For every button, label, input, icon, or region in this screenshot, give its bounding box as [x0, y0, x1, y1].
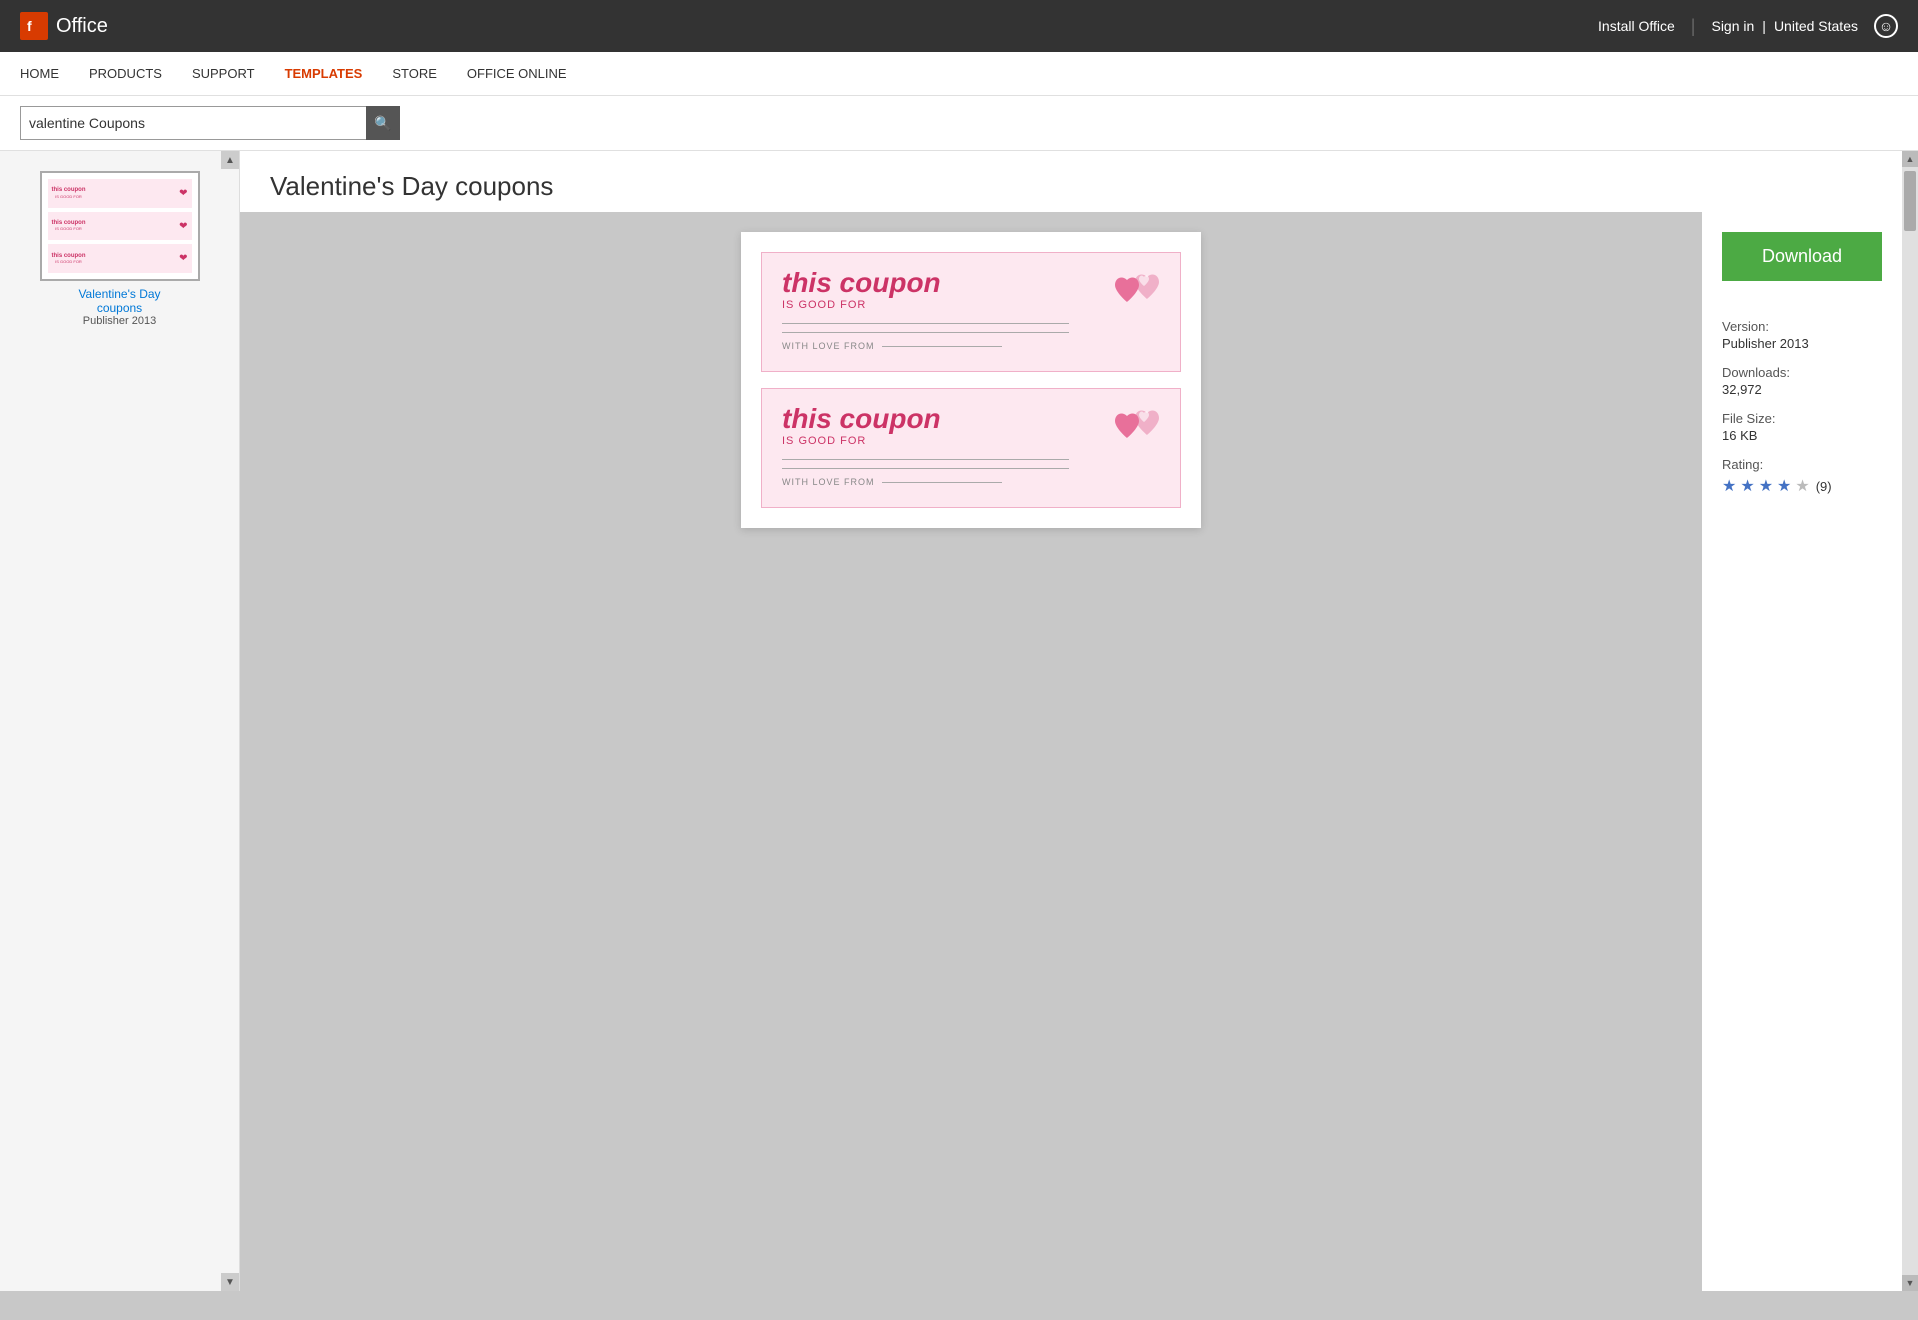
detail-title: Valentine's Day coupons: [240, 151, 1902, 212]
search-button[interactable]: 🔍: [366, 106, 400, 140]
thumb-coupon-row-3: this coupon IS GOOD FOR ❤: [48, 244, 192, 273]
thumb-title-line2: coupons: [97, 301, 142, 315]
thumb-coupon-row-1: this coupon IS GOOD FOR ❤: [48, 179, 192, 208]
nav-bar: HOME PRODUCTS SUPPORT TEMPLATES STORE OF…: [0, 52, 1918, 96]
coupon-from-label-1: WITH LOVE FROM: [782, 341, 875, 351]
download-button[interactable]: Download: [1722, 232, 1882, 281]
top-bar: f Office Install Office | Sign in | Unit…: [0, 0, 1918, 52]
region-label[interactable]: United States: [1774, 18, 1858, 34]
sign-in-label[interactable]: Sign in: [1711, 18, 1754, 34]
thumb-coupon-text-3: this coupon IS GOOD FOR: [52, 253, 86, 265]
nav-store[interactable]: STORE: [392, 62, 437, 85]
coupon-title-2: this coupon: [782, 405, 1069, 433]
sign-in-area[interactable]: Sign in | United States: [1711, 18, 1858, 34]
preview-document: this coupon IS GOOD FOR WITH LOVE FROM: [741, 232, 1201, 528]
thumb-coupon-row-2: this coupon IS GOOD FOR ❤: [48, 212, 192, 241]
thumb-label-title[interactable]: Valentine's Day coupons: [15, 287, 224, 315]
coupon-hearts-1: [1085, 265, 1160, 335]
rating-count: (9): [1816, 479, 1832, 494]
smiley-icon[interactable]: ☺: [1874, 14, 1898, 38]
coupon-title-1: this coupon: [782, 269, 1069, 297]
coupon-from-line-1: [882, 346, 1002, 347]
search-icon: 🔍: [374, 115, 391, 132]
filesize-label: File Size:: [1722, 411, 1882, 426]
info-panel: Download Version: Publisher 2013 Downloa…: [1702, 212, 1902, 1291]
thumb-coupon-text-2: this coupon IS GOOD FOR: [52, 220, 86, 232]
hearts-svg-2: [1085, 401, 1160, 471]
preview-area: this coupon IS GOOD FOR WITH LOVE FROM: [240, 212, 1702, 1291]
thumb-title-line1: Valentine's Day: [78, 287, 160, 301]
downloads-value: 32,972: [1722, 382, 1882, 397]
star-5: ★: [1795, 476, 1809, 496]
nav-products[interactable]: PRODUCTS: [89, 62, 162, 85]
coupon-line-2b: [782, 468, 1069, 469]
office-logo-icon: f: [20, 12, 48, 40]
star-1: ★: [1722, 476, 1736, 496]
thumb-image: this coupon IS GOOD FOR ❤ this coupon IS…: [40, 171, 200, 281]
thumb-coupon-heart-2: ❤: [179, 221, 187, 232]
top-bar-divider: |: [1691, 16, 1696, 37]
scrollbar-thumb[interactable]: [1904, 171, 1916, 231]
page-scrollbar: ▲ ▼: [1902, 151, 1918, 1291]
search-bar: 🔍: [0, 96, 1918, 151]
star-3: ★: [1759, 476, 1773, 496]
thumb-coupon-heart-3: ❤: [179, 253, 187, 264]
coupon-line-1b: [782, 332, 1069, 333]
top-bar-right: Install Office | Sign in | United States…: [1598, 14, 1898, 38]
nav-office-online[interactable]: OFFICE ONLINE: [467, 62, 567, 85]
sidebar: ▲ this coupon IS GOOD FOR ❤ this coupon …: [0, 151, 240, 1291]
downloads-label: Downloads:: [1722, 365, 1882, 380]
detail-body: this coupon IS GOOD FOR WITH LOVE FROM: [240, 212, 1902, 1291]
coupon-hearts-2: [1085, 401, 1160, 471]
coupon-left-1: this coupon IS GOOD FOR WITH LOVE FROM: [782, 269, 1069, 351]
coupon-from-label-2: WITH LOVE FROM: [782, 477, 875, 487]
svg-text:f: f: [27, 18, 32, 34]
nav-templates[interactable]: TEMPLATES: [285, 62, 363, 85]
version-value: Publisher 2013: [1722, 336, 1882, 351]
office-label: Office: [56, 15, 108, 38]
coupon-left-2: this coupon IS GOOD FOR WITH LOVE FROM: [782, 405, 1069, 487]
coupon-line-1a: [782, 323, 1069, 324]
sidebar-scroll-up[interactable]: ▲: [221, 151, 239, 169]
thumb-label-sub: Publisher 2013: [15, 315, 224, 327]
main-content: ▲ this coupon IS GOOD FOR ❤ this coupon …: [0, 151, 1918, 1291]
divider-char: |: [1762, 18, 1766, 34]
nav-home[interactable]: HOME: [20, 62, 59, 85]
coupon-subtitle-2: IS GOOD FOR: [782, 435, 1069, 447]
hearts-svg-1: [1085, 265, 1160, 335]
filesize-value: 16 KB: [1722, 428, 1882, 443]
star-2: ★: [1740, 476, 1754, 496]
coupon-card-1: this coupon IS GOOD FOR WITH LOVE FROM: [761, 252, 1181, 372]
install-office-link[interactable]: Install Office: [1598, 18, 1675, 34]
version-label: Version:: [1722, 319, 1882, 334]
search-input[interactable]: [20, 106, 400, 140]
coupon-from-1: WITH LOVE FROM: [782, 341, 1069, 351]
sidebar-scroll-down[interactable]: ▼: [221, 1273, 239, 1291]
scrollbar-up[interactable]: ▲: [1902, 151, 1918, 167]
rating-stars: ★ ★ ★ ★ ★ (9): [1722, 476, 1882, 496]
coupon-from-line-2: [882, 482, 1002, 483]
coupon-line-2a: [782, 459, 1069, 460]
template-thumbnail[interactable]: this coupon IS GOOD FOR ❤ this coupon IS…: [15, 171, 224, 327]
smiley-char: ☺: [1879, 18, 1893, 34]
detail-area: Valentine's Day coupons this coupon IS G…: [240, 151, 1902, 1291]
search-input-wrapper: 🔍: [20, 106, 400, 140]
scrollbar-down[interactable]: ▼: [1902, 1275, 1918, 1291]
coupon-card-2: this coupon IS GOOD FOR WITH LOVE FROM: [761, 388, 1181, 508]
thumb-coupon-heart-1: ❤: [179, 188, 187, 199]
star-4: ★: [1777, 476, 1791, 496]
thumb-coupon-text-1: this coupon IS GOOD FOR: [52, 187, 86, 199]
nav-support[interactable]: SUPPORT: [192, 62, 255, 85]
coupon-from-2: WITH LOVE FROM: [782, 477, 1069, 487]
office-logo[interactable]: f Office: [20, 12, 108, 40]
rating-label: Rating:: [1722, 457, 1882, 472]
coupon-subtitle-1: IS GOOD FOR: [782, 299, 1069, 311]
